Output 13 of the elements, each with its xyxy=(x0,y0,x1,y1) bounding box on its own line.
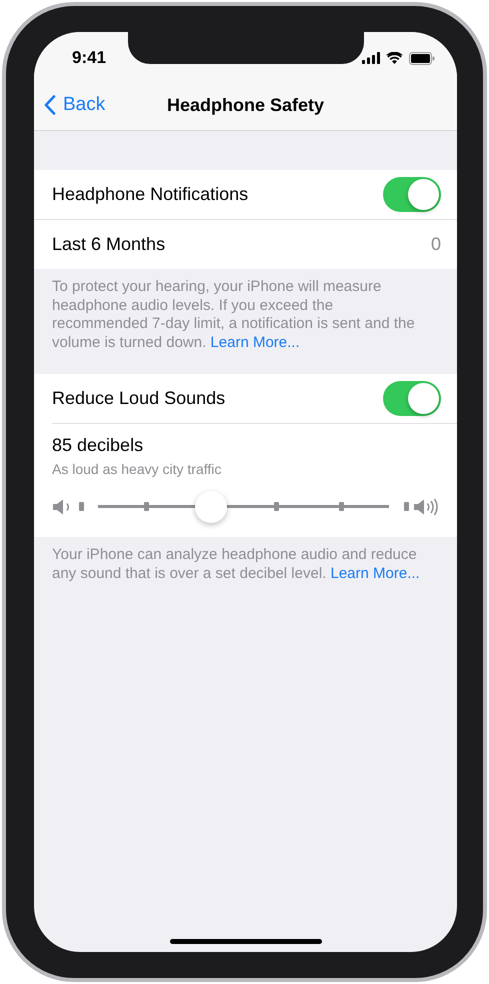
status-time: 9:41 xyxy=(72,48,106,68)
row-label: Reduce Loud Sounds xyxy=(52,388,226,409)
footer-note: Your iPhone can analyze headphone audio and reduce any sound that is over a set decibel level. Learn More... xyxy=(51,545,421,584)
footer-note: To protect your hearing, your iPhone will measure headphone audio levels. If you exceed the recommended 7-day limit, a notification is sent and the volume is turned down. Learn More... xyxy=(51,277,416,352)
row-label: Last 6 Months xyxy=(52,234,166,255)
back-button[interactable]: Back xyxy=(42,92,108,118)
level-subtitle: As loud as heavy city traffic xyxy=(52,461,222,477)
row-value: 0 xyxy=(430,234,441,255)
learn-more-link[interactable]: Learn More... xyxy=(210,334,300,350)
row-label: Headphone Notifications xyxy=(52,184,248,205)
learn-more-link[interactable]: Learn More... xyxy=(330,564,420,582)
level-title: 85 decibels xyxy=(52,435,144,456)
screen-title: Headphone Safety xyxy=(166,94,324,116)
